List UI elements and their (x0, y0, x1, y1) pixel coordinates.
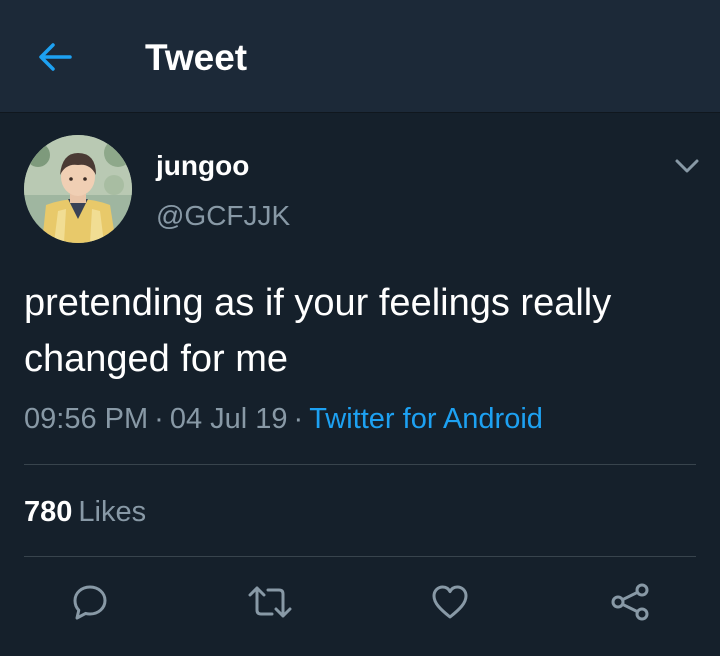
divider (24, 464, 696, 465)
tweet-options-button[interactable] (670, 149, 704, 183)
arrow-left-icon (39, 43, 72, 71)
meta-separator: · (154, 403, 164, 435)
avatar[interactable] (24, 135, 132, 243)
back-button[interactable] (30, 34, 80, 80)
user-handle[interactable]: @GCFJJK (156, 199, 290, 233)
tweet-time: 09:56 PM (24, 403, 149, 435)
likes-summary[interactable]: 780 Likes (24, 493, 146, 531)
avatar-image (24, 135, 132, 243)
divider (24, 556, 696, 557)
retweet-button[interactable] (247, 579, 293, 625)
like-button[interactable] (427, 579, 473, 625)
display-name[interactable]: jungoo (156, 149, 249, 183)
likes-label: Likes (78, 496, 147, 528)
retweet-icon (248, 586, 292, 618)
chevron-down-icon (675, 159, 699, 173)
tweet-metadata: 09:56 PM · 04 Jul 19 · Twitter for Android (24, 399, 543, 439)
likes-count: 780 (24, 496, 73, 528)
like-heart-icon (432, 585, 468, 619)
page-title: Tweet (145, 37, 248, 78)
tweet-detail: jungoo @GCFJJK pretending as if your fee… (0, 113, 720, 656)
tweet-text: pretending as if your feelings really ch… (24, 282, 612, 380)
tweet-source-link[interactable]: Twitter for Android (309, 403, 543, 435)
reply-button[interactable] (67, 579, 113, 625)
share-button[interactable] (607, 579, 653, 625)
meta-separator: · (293, 403, 304, 435)
share-icon (611, 583, 649, 621)
top-app-bar: Tweet (0, 0, 720, 113)
tweet-date: 04 Jul 19 (169, 403, 288, 435)
reply-icon (73, 585, 107, 620)
